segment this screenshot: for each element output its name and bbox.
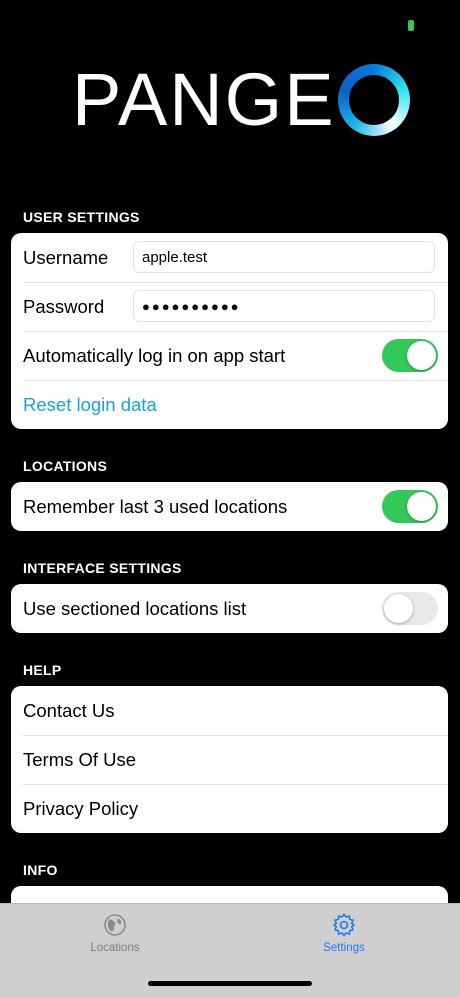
remember-locations-label: Remember last 3 used locations bbox=[23, 495, 288, 517]
help-item-contact-us[interactable]: Contact Us bbox=[11, 686, 448, 735]
toggle-knob bbox=[407, 341, 436, 370]
section-header-info: INFO bbox=[23, 862, 58, 878]
password-row: Password ●●●●●●●●●● bbox=[11, 282, 448, 331]
home-indicator bbox=[148, 981, 312, 986]
toggle-knob bbox=[384, 594, 413, 623]
pangeo-logo: PANGE bbox=[72, 60, 410, 140]
help-item-label: Privacy Policy bbox=[23, 797, 139, 819]
toggle-knob bbox=[407, 492, 436, 521]
tab-settings[interactable]: Settings bbox=[279, 912, 409, 954]
autologin-label: Automatically log in on app start bbox=[23, 344, 286, 366]
remember-locations-row: Remember last 3 used locations bbox=[11, 482, 448, 531]
username-label: Username bbox=[23, 246, 109, 268]
section-header-interface-settings: INTERFACE SETTINGS bbox=[23, 560, 182, 576]
password-field[interactable]: ●●●●●●●●●● bbox=[133, 290, 435, 322]
username-field[interactable]: apple.test bbox=[133, 241, 435, 273]
tab-settings-label: Settings bbox=[323, 942, 365, 954]
sectioned-list-label: Use sectioned locations list bbox=[23, 597, 247, 619]
sectioned-list-toggle[interactable] bbox=[382, 592, 438, 625]
password-label: Password bbox=[23, 295, 105, 317]
reset-login-link[interactable]: Reset login data bbox=[23, 394, 157, 416]
gear-icon bbox=[332, 913, 356, 937]
autologin-toggle[interactable] bbox=[382, 339, 438, 372]
logo-ring-icon bbox=[337, 64, 410, 136]
reset-login-row[interactable]: Reset login data bbox=[11, 380, 448, 429]
autologin-row: Automatically log in on app start bbox=[11, 331, 448, 380]
globe-icon bbox=[104, 914, 126, 936]
tab-locations-label: Locations bbox=[90, 942, 140, 954]
logo-text: PANGE bbox=[72, 58, 336, 141]
section-header-help: HELP bbox=[23, 662, 62, 678]
help-item-label: Contact Us bbox=[23, 699, 115, 721]
help-item-terms-of-use[interactable]: Terms Of Use bbox=[11, 735, 448, 784]
sectioned-list-row: Use sectioned locations list bbox=[11, 584, 448, 633]
help-item-privacy-policy[interactable]: Privacy Policy bbox=[11, 784, 448, 833]
section-header-locations: LOCATIONS bbox=[23, 458, 108, 474]
battery-indicator bbox=[408, 20, 414, 31]
interface-settings-group: Use sectioned locations list bbox=[11, 584, 448, 633]
tab-locations[interactable]: Locations bbox=[50, 912, 180, 954]
help-group: Contact Us Terms Of Use Privacy Policy bbox=[11, 686, 448, 833]
locations-group: Remember last 3 used locations bbox=[11, 482, 448, 531]
username-row: Username apple.test bbox=[11, 233, 448, 282]
remember-locations-toggle[interactable] bbox=[382, 490, 438, 523]
help-item-label: Terms Of Use bbox=[23, 748, 137, 770]
user-settings-group: Username apple.test Password ●●●●●●●●●● … bbox=[11, 233, 448, 429]
section-header-user-settings: USER SETTINGS bbox=[23, 209, 140, 225]
